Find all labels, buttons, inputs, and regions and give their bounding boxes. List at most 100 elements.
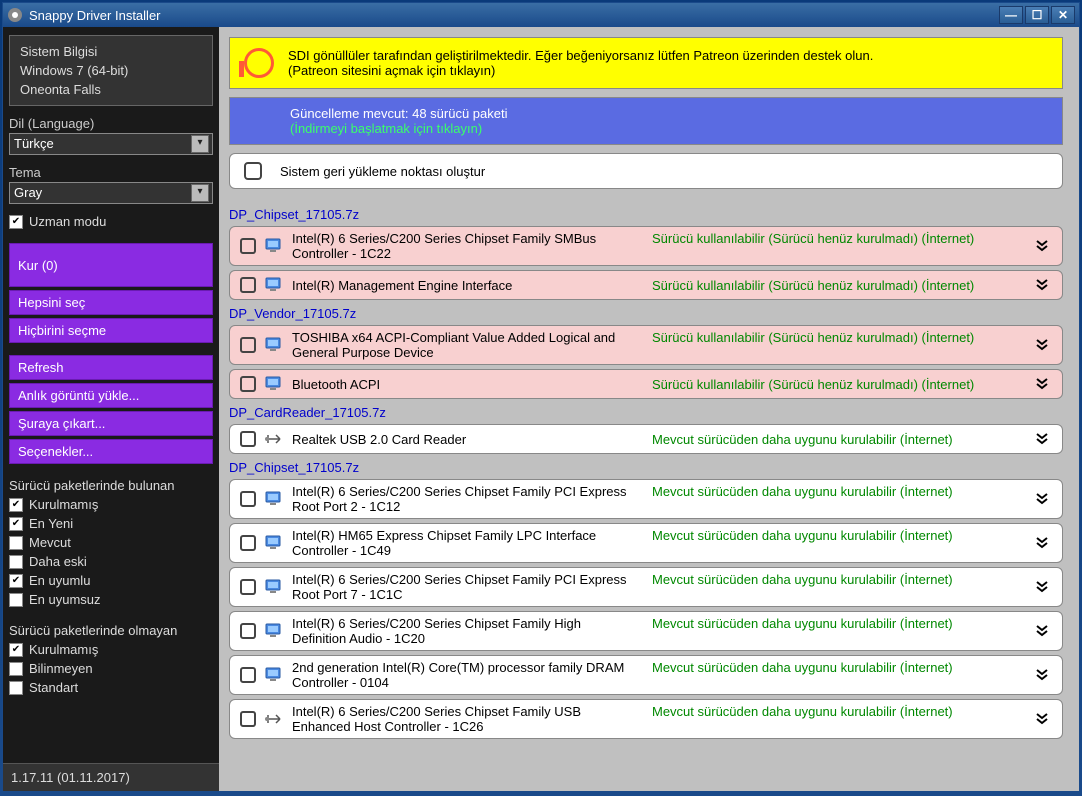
- expand-icon[interactable]: [1034, 710, 1052, 728]
- patreon-text-1: SDI gönüllüler tarafından geliştirilmekt…: [288, 48, 873, 63]
- restore-point-row[interactable]: Sistem geri yükleme noktası oluştur: [229, 153, 1063, 189]
- driver-status: Mevcut sürücüden daha uygunu kurulabilir…: [652, 572, 1026, 602]
- expand-icon[interactable]: [1034, 490, 1052, 508]
- driver-row[interactable]: Intel(R) Management Engine Interface Sürü…: [229, 270, 1063, 300]
- driver-row[interactable]: Intel(R) 6 Series/C200 Series Chipset Fa…: [229, 567, 1063, 607]
- patreon-icon: [244, 48, 274, 78]
- sidebar: Sistem Bilgisi Windows 7 (64-bit) Oneont…: [3, 27, 219, 791]
- driver-group-title: DP_CardReader_17105.7z: [229, 405, 1063, 420]
- driver-row[interactable]: Bluetooth ACPISürücü kullanılabilir (Sür…: [229, 369, 1063, 399]
- expand-icon[interactable]: [1034, 622, 1052, 640]
- filter-standard-checkbox[interactable]: [9, 681, 23, 695]
- expand-icon[interactable]: [1034, 336, 1052, 354]
- titlebar: Snappy Driver Installer — ☐ ✕: [3, 3, 1079, 27]
- driver-checkbox[interactable]: [240, 667, 256, 683]
- driver-row[interactable]: TOSHIBA x64 ACPI-Compliant Value Added L…: [229, 325, 1063, 365]
- expand-icon[interactable]: [1034, 276, 1052, 294]
- filter-missing-checkbox[interactable]: [9, 643, 23, 657]
- driver-row[interactable]: Intel(R) 6 Series/C200 Series Chipset Fa…: [229, 611, 1063, 651]
- driver-checkbox[interactable]: [240, 491, 256, 507]
- driver-checkbox[interactable]: [240, 238, 256, 254]
- driver-checkbox[interactable]: [240, 579, 256, 595]
- driver-row[interactable]: Intel(R) 6 Series/C200 Series Chipset Fa…: [229, 479, 1063, 519]
- expand-icon[interactable]: [1034, 430, 1052, 448]
- minimize-button[interactable]: —: [999, 6, 1023, 24]
- options-button[interactable]: Seçenekler...: [9, 439, 213, 464]
- select-all-button[interactable]: Hepsini seç: [9, 290, 213, 315]
- device-icon: [264, 275, 284, 295]
- version-label: 1.17.11 (01.11.2017): [3, 763, 219, 791]
- select-none-button[interactable]: Hiçbirini seçme: [9, 318, 213, 343]
- theme-label: Tema: [9, 163, 213, 182]
- expand-icon[interactable]: [1034, 237, 1052, 255]
- device-icon: [264, 709, 284, 729]
- driver-name: Intel(R) Management Engine Interface: [292, 278, 632, 293]
- filters-notfound-title: Sürücü paketlerinde olmayan: [9, 621, 213, 640]
- driver-row[interactable]: Intel(R) HM65 Express Chipset Family LPC…: [229, 523, 1063, 563]
- driver-name: Intel(R) HM65 Express Chipset Family LPC…: [292, 528, 632, 558]
- filter-older-checkbox[interactable]: [9, 555, 23, 569]
- expand-icon[interactable]: [1034, 375, 1052, 393]
- device-icon: [264, 665, 284, 685]
- driver-checkbox[interactable]: [240, 623, 256, 639]
- driver-checkbox[interactable]: [240, 277, 256, 293]
- filters-found-box: Sürücü paketlerinde bulunan Kurulmamış E…: [9, 476, 213, 609]
- device-icon: [264, 489, 284, 509]
- driver-row[interactable]: Intel(R) 6 Series/C200 Series Chipset Fa…: [229, 699, 1063, 739]
- driver-checkbox[interactable]: [240, 337, 256, 353]
- restore-point-checkbox[interactable]: [244, 162, 262, 180]
- driver-group-title: DP_Chipset_17105.7z: [229, 207, 1063, 222]
- expert-mode-checkbox[interactable]: [9, 215, 23, 229]
- expand-icon[interactable]: [1034, 578, 1052, 596]
- patreon-text-2: (Patreon sitesini açmak için tıklayın): [288, 63, 873, 78]
- driver-name: 2nd generation Intel(R) Core(TM) process…: [292, 660, 632, 690]
- filter-best-match-checkbox[interactable]: [9, 574, 23, 588]
- filter-current-checkbox[interactable]: [9, 536, 23, 550]
- driver-name: Realtek USB 2.0 Card Reader: [292, 432, 632, 447]
- driver-name: Intel(R) 6 Series/C200 Series Chipset Fa…: [292, 616, 632, 646]
- driver-name: Intel(R) 6 Series/C200 Series Chipset Fa…: [292, 572, 632, 602]
- driver-status: Sürücü kullanılabilir (Sürücü henüz kuru…: [652, 330, 1026, 360]
- driver-checkbox[interactable]: [240, 711, 256, 727]
- device-icon: [264, 621, 284, 641]
- sysinfo-title: Sistem Bilgisi: [20, 42, 202, 61]
- driver-checkbox[interactable]: [240, 431, 256, 447]
- device-icon: [264, 236, 284, 256]
- load-snapshot-button[interactable]: Anlık görüntü yükle...: [9, 383, 213, 408]
- driver-status: Mevcut sürücüden daha uygunu kurulabilir…: [652, 528, 1026, 558]
- patreon-banner[interactable]: SDI gönüllüler tarafından geliştirilmekt…: [229, 37, 1063, 89]
- filters-found-title: Sürücü paketlerinde bulunan: [9, 476, 213, 495]
- device-icon: [264, 577, 284, 597]
- update-banner[interactable]: Güncelleme mevcut: 48 sürücü paketi (İnd…: [229, 97, 1063, 145]
- language-select[interactable]: Türkçe: [9, 133, 213, 155]
- install-button[interactable]: Kur (0): [9, 243, 213, 287]
- driver-checkbox[interactable]: [240, 535, 256, 551]
- refresh-button[interactable]: Refresh: [9, 355, 213, 380]
- driver-row[interactable]: 2nd generation Intel(R) Core(TM) process…: [229, 655, 1063, 695]
- device-icon: [264, 429, 284, 449]
- main-window: Snappy Driver Installer — ☐ ✕ Sistem Bil…: [2, 2, 1080, 792]
- maximize-button[interactable]: ☐: [1025, 6, 1049, 24]
- expert-mode-label: Uzman modu: [29, 214, 106, 229]
- driver-row[interactable]: Intel(R) 6 Series/C200 Series Chipset Fa…: [229, 226, 1063, 266]
- driver-status: Sürücü kullanılabilir (Sürücü henüz kuru…: [652, 278, 1026, 293]
- expand-icon[interactable]: [1034, 534, 1052, 552]
- filter-worst-match-checkbox[interactable]: [9, 593, 23, 607]
- expert-mode-row[interactable]: Uzman modu: [9, 212, 213, 231]
- expand-icon[interactable]: [1034, 666, 1052, 684]
- driver-row[interactable]: Realtek USB 2.0 Card Reader Mevcut sürücü…: [229, 424, 1063, 454]
- update-text-1: Güncelleme mevcut: 48 sürücü paketi: [290, 106, 1002, 121]
- filter-newest-checkbox[interactable]: [9, 517, 23, 531]
- theme-select[interactable]: Gray: [9, 182, 213, 204]
- driver-status: Sürücü kullanılabilir (Sürücü henüz kuru…: [652, 231, 1026, 261]
- filter-not-installed-checkbox[interactable]: [9, 498, 23, 512]
- extract-to-button[interactable]: Şuraya çıkart...: [9, 411, 213, 436]
- driver-status: Mevcut sürücüden daha uygunu kurulabilir…: [652, 432, 1026, 447]
- close-button[interactable]: ✕: [1051, 6, 1075, 24]
- filter-unknown-checkbox[interactable]: [9, 662, 23, 676]
- driver-checkbox[interactable]: [240, 376, 256, 392]
- driver-name: Intel(R) 6 Series/C200 Series Chipset Fa…: [292, 704, 632, 734]
- restore-point-label: Sistem geri yükleme noktası oluştur: [280, 164, 485, 179]
- device-icon: [264, 335, 284, 355]
- sysinfo-os: Windows 7 (64-bit): [20, 61, 202, 80]
